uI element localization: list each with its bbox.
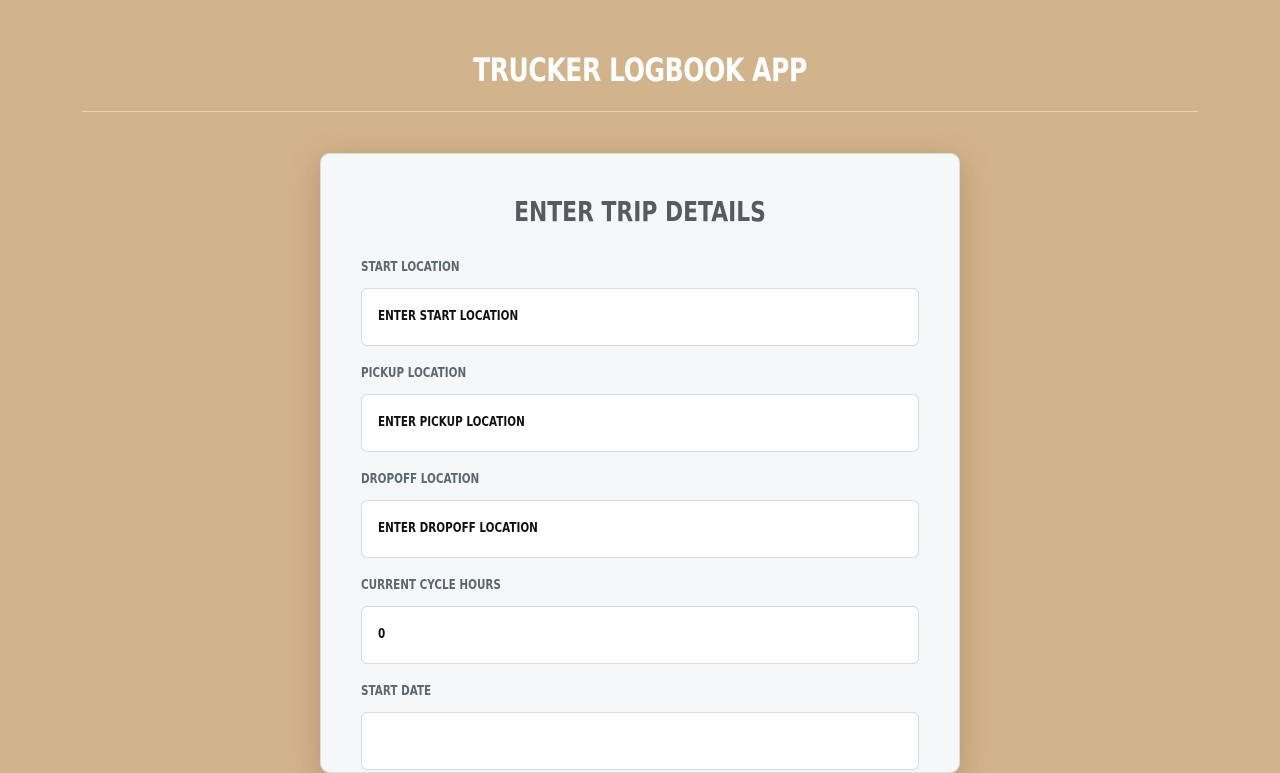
start-location-placeholder: ENTER START LOCATION bbox=[378, 309, 519, 324]
pickup-location-label: PICKUP LOCATION bbox=[361, 366, 467, 381]
form-title: ENTER TRIP DETAILS bbox=[514, 195, 766, 228]
start-location-input[interactable]: ENTER START LOCATION bbox=[361, 288, 919, 346]
current-cycle-hours-value: 0 bbox=[378, 627, 386, 642]
pickup-location-placeholder: ENTER PICKUP LOCATION bbox=[378, 415, 525, 430]
start-date-input[interactable] bbox=[361, 712, 919, 770]
trip-details-form: ENTER TRIP DETAILS START LOCATION ENTER … bbox=[320, 153, 960, 773]
app-header: TRUCKER LOGBOOK APP bbox=[82, 0, 1198, 112]
start-date-label: START DATE bbox=[361, 684, 432, 699]
current-cycle-hours-input[interactable]: 0 bbox=[361, 606, 919, 664]
start-location-label: START LOCATION bbox=[361, 260, 460, 275]
dropoff-location-input[interactable]: ENTER DROPOFF LOCATION bbox=[361, 500, 919, 558]
current-cycle-hours-label: CURRENT CYCLE HOURS bbox=[361, 578, 501, 593]
dropoff-location-placeholder: ENTER DROPOFF LOCATION bbox=[378, 521, 538, 536]
dropoff-location-label: DROPOFF LOCATION bbox=[361, 472, 480, 487]
pickup-location-input[interactable]: ENTER PICKUP LOCATION bbox=[361, 394, 919, 452]
app-title: TRUCKER LOGBOOK APP bbox=[473, 51, 807, 89]
